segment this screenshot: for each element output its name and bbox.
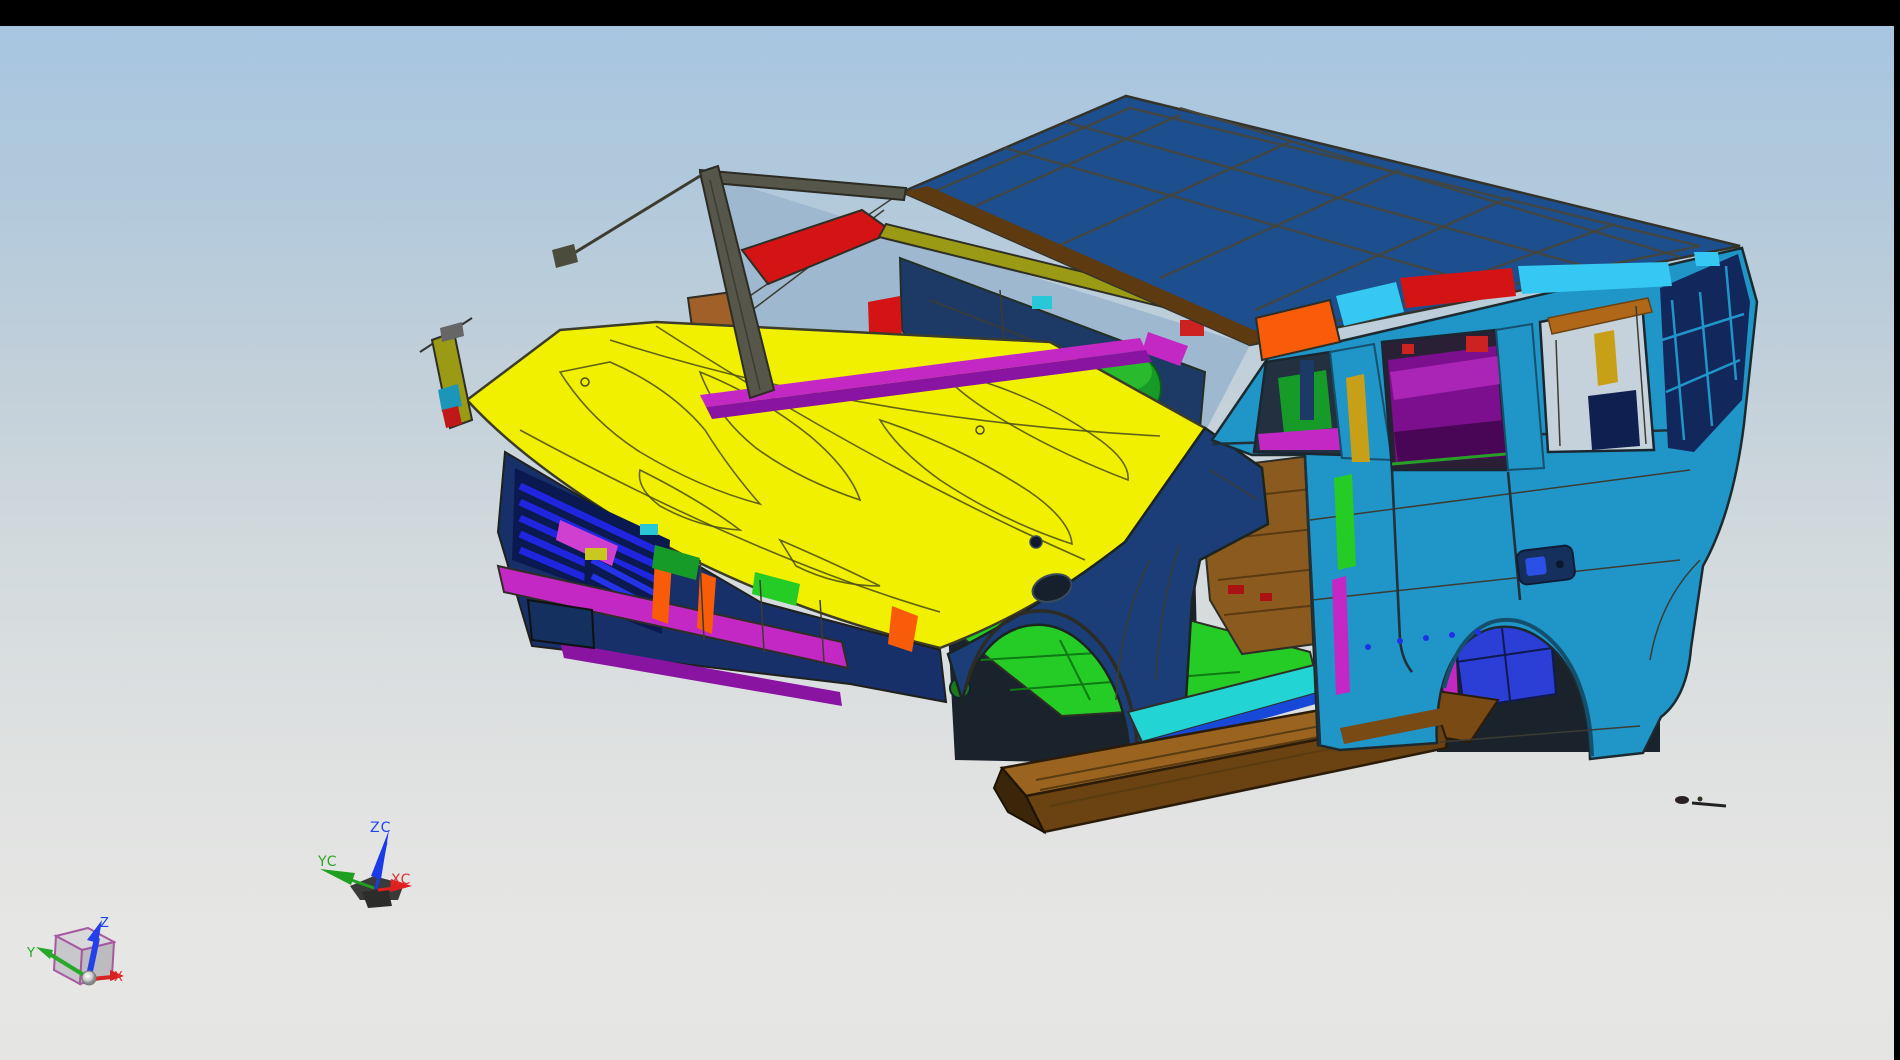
wcs-y-label: YC [317,854,338,870]
inner-structure [1300,360,1314,420]
debris-marks [1675,796,1726,806]
view-origin-sphere[interactable] [82,971,96,985]
bracket-gold[interactable] [1594,330,1618,386]
wcs-z-label: ZC [370,820,391,836]
rear-door-window[interactable] [1382,330,1508,470]
view-triad[interactable]: Z Y X [26,916,124,985]
winglet-gray [440,322,464,342]
car-model[interactable] [420,96,1757,832]
trim-cyan[interactable] [1032,296,1052,309]
floor-red-bit [1228,585,1244,594]
inner-box-navy[interactable] [1588,390,1640,450]
view-z-label: Z [100,916,110,931]
patch-cyan [640,524,658,535]
trim-red [1466,336,1488,352]
scene-canvas[interactable]: ZC YC XC Z [0,0,1900,1060]
far-a-pillar [566,176,700,258]
wcs-y-arrow[interactable] [320,869,355,885]
far-pillar-tip [552,244,578,268]
wcs-x-label: XC [391,872,411,888]
view-y-arrow[interactable] [36,947,53,959]
quarter-window[interactable] [1540,298,1654,452]
cad-application-window: ZC YC XC Z [0,0,1900,1060]
trim-red [1402,344,1414,354]
patch-yellow [585,548,607,560]
fender-hole-small [1030,536,1042,548]
wcs-z-arrow[interactable] [371,830,389,879]
view-y-label: Y [26,946,36,961]
wcs-triad[interactable]: ZC YC XC [317,820,412,908]
floor-red-bit [1260,593,1272,601]
door-handle[interactable] [1516,545,1576,586]
view-x-label: X [114,970,124,985]
front-door-window[interactable] [1254,352,1342,455]
rail-cyan-small[interactable] [1694,252,1720,266]
cowl-winglet[interactable] [420,318,472,428]
